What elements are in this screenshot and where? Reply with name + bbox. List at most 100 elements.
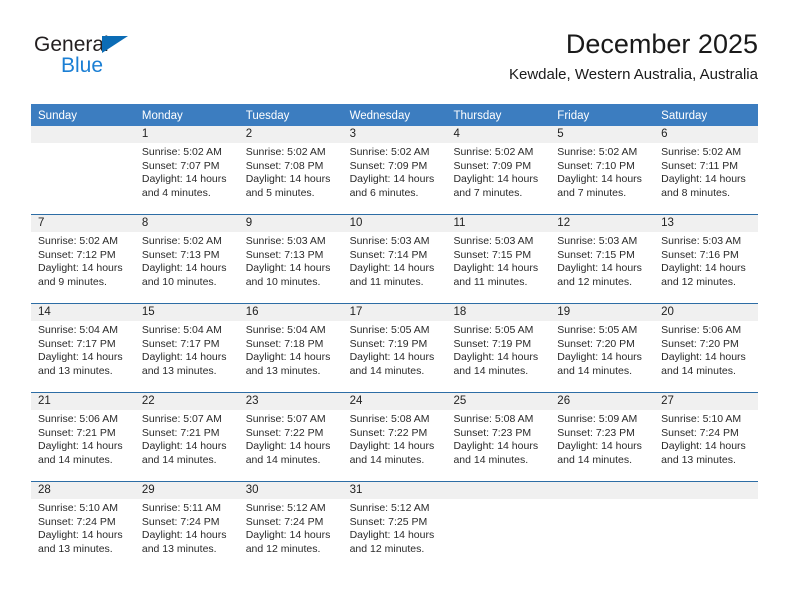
- day-cell[interactable]: 28 Sunrise: 5:10 AM Sunset: 7:24 PM Dayl…: [31, 482, 135, 570]
- day-number: 4: [446, 126, 551, 143]
- day-cell[interactable]: 15 Sunrise: 5:04 AM Sunset: 7:17 PM Dayl…: [134, 304, 239, 392]
- weekday-header-friday: Friday: [557, 110, 590, 122]
- sunset-text: Sunset: 7:09 PM: [453, 159, 532, 172]
- day-info: Sunrise: 5:02 AM Sunset: 7:09 PM Dayligh…: [343, 143, 447, 200]
- day-number: 2: [238, 126, 343, 143]
- day-cell[interactable]: 7 Sunrise: 5:02 AM Sunset: 7:12 PM Dayli…: [31, 215, 135, 303]
- day-cell[interactable]: 22 Sunrise: 5:07 AM Sunset: 7:21 PM Dayl…: [134, 393, 239, 481]
- day-cell[interactable]: 13 Sunrise: 5:03 AM Sunset: 7:16 PM Dayl…: [654, 215, 759, 303]
- sunset-text: Sunset: 7:24 PM: [661, 426, 739, 439]
- day-cell[interactable]: 31 Sunrise: 5:12 AM Sunset: 7:25 PM Dayl…: [342, 482, 447, 570]
- weekday-header-wednesday: Wednesday: [349, 110, 411, 122]
- general-blue-logo[interactable]: General Blue: [34, 34, 154, 86]
- day-number: 11: [446, 215, 551, 232]
- day-info: Sunrise: 5:11 AM Sunset: 7:24 PM Dayligh…: [135, 499, 239, 556]
- day-info: Sunrise: 5:03 AM Sunset: 7:13 PM Dayligh…: [239, 232, 343, 289]
- day-cell[interactable]: 5 Sunrise: 5:02 AM Sunset: 7:10 PM Dayli…: [550, 126, 655, 214]
- sunset-text: Sunset: 7:20 PM: [661, 337, 739, 350]
- day-number: 30: [238, 482, 343, 499]
- daylight-text-line1: Daylight: 14 hours: [38, 351, 123, 364]
- day-number: 25: [446, 393, 551, 410]
- day-cell[interactable]: [31, 126, 135, 214]
- daylight-text-line1: Daylight: 14 hours: [141, 173, 227, 186]
- day-cell[interactable]: 9 Sunrise: 5:03 AM Sunset: 7:13 PM Dayli…: [238, 215, 343, 303]
- sunset-text: Sunset: 7:24 PM: [38, 515, 116, 528]
- day-cell[interactable]: 10 Sunrise: 5:03 AM Sunset: 7:14 PM Dayl…: [342, 215, 447, 303]
- day-number: 31: [342, 482, 447, 499]
- day-cell[interactable]: 8 Sunrise: 5:02 AM Sunset: 7:13 PM Dayli…: [134, 215, 239, 303]
- day-cell[interactable]: 27 Sunrise: 5:10 AM Sunset: 7:24 PM Dayl…: [654, 393, 759, 481]
- sunrise-text: Sunrise: 5:05 AM: [349, 324, 430, 336]
- page-title: December 2025: [565, 29, 758, 59]
- daylight-text-line2: and 13 minutes.: [245, 364, 321, 377]
- day-cell[interactable]: 14 Sunrise: 5:04 AM Sunset: 7:17 PM Dayl…: [31, 304, 135, 392]
- day-cell[interactable]: 25 Sunrise: 5:08 AM Sunset: 7:23 PM Dayl…: [446, 393, 551, 481]
- day-info: Sunrise: 5:05 AM Sunset: 7:19 PM Dayligh…: [446, 321, 550, 378]
- day-cell[interactable]: 24 Sunrise: 5:08 AM Sunset: 7:22 PM Dayl…: [342, 393, 447, 481]
- day-info: [550, 499, 654, 502]
- daylight-text-line2: and 12 minutes.: [557, 275, 633, 288]
- daylight-text-line1: Daylight: 14 hours: [661, 173, 746, 186]
- daylight-text-line1: Daylight: 14 hours: [245, 173, 331, 186]
- day-cell[interactable]: 2 Sunrise: 5:02 AM Sunset: 7:08 PM Dayli…: [238, 126, 343, 214]
- day-info: [446, 499, 550, 502]
- sunrise-text: Sunrise: 5:05 AM: [453, 324, 534, 336]
- sunset-text: Sunset: 7:14 PM: [349, 248, 428, 261]
- day-cell[interactable]: 30 Sunrise: 5:12 AM Sunset: 7:24 PM Dayl…: [238, 482, 343, 570]
- day-number: 9: [238, 215, 343, 232]
- day-cell[interactable]: 1 Sunrise: 5:02 AM Sunset: 7:07 PM Dayli…: [134, 126, 239, 214]
- day-cell[interactable]: 19 Sunrise: 5:05 AM Sunset: 7:20 PM Dayl…: [550, 304, 655, 392]
- day-number: 3: [342, 126, 447, 143]
- day-cell[interactable]: 16 Sunrise: 5:04 AM Sunset: 7:18 PM Dayl…: [238, 304, 343, 392]
- sunset-text: Sunset: 7:08 PM: [245, 159, 324, 172]
- day-cell[interactable]: [550, 482, 655, 570]
- day-info: Sunrise: 5:06 AM Sunset: 7:20 PM Dayligh…: [654, 321, 758, 378]
- daylight-text-line1: Daylight: 14 hours: [38, 440, 123, 453]
- sunset-text: Sunset: 7:10 PM: [557, 159, 635, 172]
- day-cell[interactable]: [654, 482, 759, 570]
- daylight-text-line2: and 10 minutes.: [245, 275, 321, 288]
- day-cell[interactable]: 6 Sunrise: 5:02 AM Sunset: 7:11 PM Dayli…: [654, 126, 759, 214]
- sunrise-text: Sunrise: 5:04 AM: [38, 324, 118, 336]
- page-subtitle: Kewdale, Western Australia, Australia: [508, 66, 758, 83]
- day-cell[interactable]: 18 Sunrise: 5:05 AM Sunset: 7:19 PM Dayl…: [446, 304, 551, 392]
- sunrise-text: Sunrise: 5:08 AM: [453, 413, 534, 425]
- logo-word-blue: Blue: [61, 54, 104, 77]
- sunset-text: Sunset: 7:13 PM: [141, 248, 220, 261]
- day-cell[interactable]: 4 Sunrise: 5:02 AM Sunset: 7:09 PM Dayli…: [446, 126, 551, 214]
- day-cell[interactable]: 29 Sunrise: 5:11 AM Sunset: 7:24 PM Dayl…: [134, 482, 239, 570]
- day-info: Sunrise: 5:12 AM Sunset: 7:24 PM Dayligh…: [239, 499, 343, 556]
- sunrise-text: Sunrise: 5:03 AM: [557, 235, 638, 247]
- day-number: [654, 482, 759, 499]
- day-cell[interactable]: 3 Sunrise: 5:02 AM Sunset: 7:09 PM Dayli…: [342, 126, 447, 214]
- daylight-text-line1: Daylight: 14 hours: [349, 440, 435, 453]
- sunrise-text: Sunrise: 5:03 AM: [661, 235, 742, 247]
- sunset-text: Sunset: 7:23 PM: [557, 426, 635, 439]
- day-number: 15: [134, 304, 239, 321]
- daylight-text-line2: and 13 minutes.: [661, 453, 736, 466]
- sunrise-text: Sunrise: 5:06 AM: [661, 324, 742, 336]
- day-number: 5: [550, 126, 655, 143]
- week-row: 21 Sunrise: 5:06 AM Sunset: 7:21 PM Dayl…: [31, 392, 759, 481]
- day-cell[interactable]: 11 Sunrise: 5:03 AM Sunset: 7:15 PM Dayl…: [446, 215, 551, 303]
- day-info: Sunrise: 5:02 AM Sunset: 7:08 PM Dayligh…: [239, 143, 343, 200]
- title-block: December 2025 Kewdale, Western Australia…: [509, 28, 758, 85]
- day-cell[interactable]: 12 Sunrise: 5:03 AM Sunset: 7:15 PM Dayl…: [550, 215, 655, 303]
- day-info: Sunrise: 5:02 AM Sunset: 7:12 PM Dayligh…: [31, 232, 135, 289]
- day-number: 8: [134, 215, 239, 232]
- day-cell[interactable]: 21 Sunrise: 5:06 AM Sunset: 7:21 PM Dayl…: [31, 393, 135, 481]
- daylight-text-line2: and 14 minutes.: [245, 453, 321, 466]
- sunset-text: Sunset: 7:19 PM: [453, 337, 532, 350]
- day-cell[interactable]: 26 Sunrise: 5:09 AM Sunset: 7:23 PM Dayl…: [550, 393, 655, 481]
- daylight-text-line2: and 11 minutes.: [349, 275, 424, 288]
- sunrise-text: Sunrise: 5:03 AM: [453, 235, 534, 247]
- day-info: Sunrise: 5:04 AM Sunset: 7:17 PM Dayligh…: [31, 321, 135, 378]
- day-cell[interactable]: 23 Sunrise: 5:07 AM Sunset: 7:22 PM Dayl…: [238, 393, 343, 481]
- day-cell[interactable]: 17 Sunrise: 5:05 AM Sunset: 7:19 PM Dayl…: [342, 304, 447, 392]
- daylight-text-line1: Daylight: 14 hours: [557, 440, 642, 453]
- day-info: Sunrise: 5:07 AM Sunset: 7:22 PM Dayligh…: [239, 410, 343, 467]
- day-cell[interactable]: 20 Sunrise: 5:06 AM Sunset: 7:20 PM Dayl…: [654, 304, 759, 392]
- sunrise-text: Sunrise: 5:05 AM: [557, 324, 638, 336]
- weekday-header-saturday: Saturday: [661, 110, 708, 122]
- day-cell[interactable]: [446, 482, 551, 570]
